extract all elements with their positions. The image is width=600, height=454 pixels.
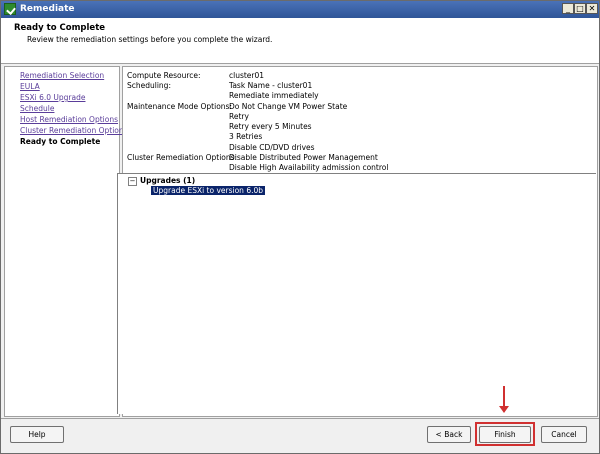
compute-resource-label: Compute Resource: [127,71,201,80]
maintenance-mode-value: Do Not Change VM Power State [229,102,348,111]
cluster-remediation-label: Cluster Remediation Options: [127,153,238,162]
arrow-annotation [503,386,505,408]
compute-resource-value: cluster01 [229,71,265,80]
minimize-button[interactable]: _ [562,3,574,14]
maintenance-mode-value: Retry every 5 Minutes [229,122,312,131]
page-title: Ready to Complete [14,23,106,33]
page-subtitle: Review the remediation settings before y… [27,35,273,44]
cluster-remediation-value: Disable Distributed Power Management [229,153,378,162]
nav-item-ready-to-complete: Ready to Complete [20,137,101,146]
nav-item-eula[interactable]: EULA [20,82,40,91]
cancel-button[interactable]: Cancel [541,426,587,443]
wizard-steps-nav: Remediation Selection EULA ESXi 6.0 Upgr… [4,66,128,417]
upgrades-tree: − Upgrades (1) Upgrade ESXi to version 6… [117,173,596,414]
window-title: Remediate [20,4,75,14]
scheduling-label: Scheduling: [127,81,171,90]
wizard-header: Ready to Complete Review the remediation… [1,18,599,64]
help-button[interactable]: Help [10,426,64,443]
restore-button[interactable]: □ [574,3,586,14]
maintenance-mode-value: 3 Retries [229,132,263,141]
nav-item-remediation-selection[interactable]: Remediation Selection [20,71,104,80]
collapse-icon[interactable]: − [128,177,137,186]
back-button[interactable]: < Back [427,426,471,443]
nav-item-host-remediation-options[interactable]: Host Remediation Options [20,115,118,124]
arrow-down-icon [499,406,509,413]
cluster-remediation-value: Disable High Availability admission cont… [229,163,389,172]
scheduling-value: Remediate immediately [229,91,319,100]
maintenance-mode-label: Maintenance Mode Options: [127,102,232,111]
nav-item-esxi-upgrade[interactable]: ESXi 6.0 Upgrade [20,93,85,102]
footer-divider [1,418,599,419]
maintenance-mode-value: Disable CD/DVD drives [229,143,315,152]
tree-node-upgrades[interactable]: Upgrades (1) [140,176,195,185]
tree-item-upgrade-esxi[interactable]: Upgrade ESXi to version 6.0b [151,186,266,195]
finish-highlight-box [475,422,535,446]
title-bar[interactable]: Remediate _ □ ✕ [1,1,599,18]
scheduling-value: Task Name - cluster01 [229,81,313,90]
remediate-window: Remediate _ □ ✕ Ready to Complete Review… [0,0,600,454]
remediate-app-icon [4,3,16,15]
maintenance-mode-value: Retry [229,112,249,121]
close-button[interactable]: ✕ [586,3,598,14]
nav-item-schedule[interactable]: Schedule [20,104,54,113]
nav-item-cluster-remediation-options[interactable]: Cluster Remediation Options [20,126,128,135]
